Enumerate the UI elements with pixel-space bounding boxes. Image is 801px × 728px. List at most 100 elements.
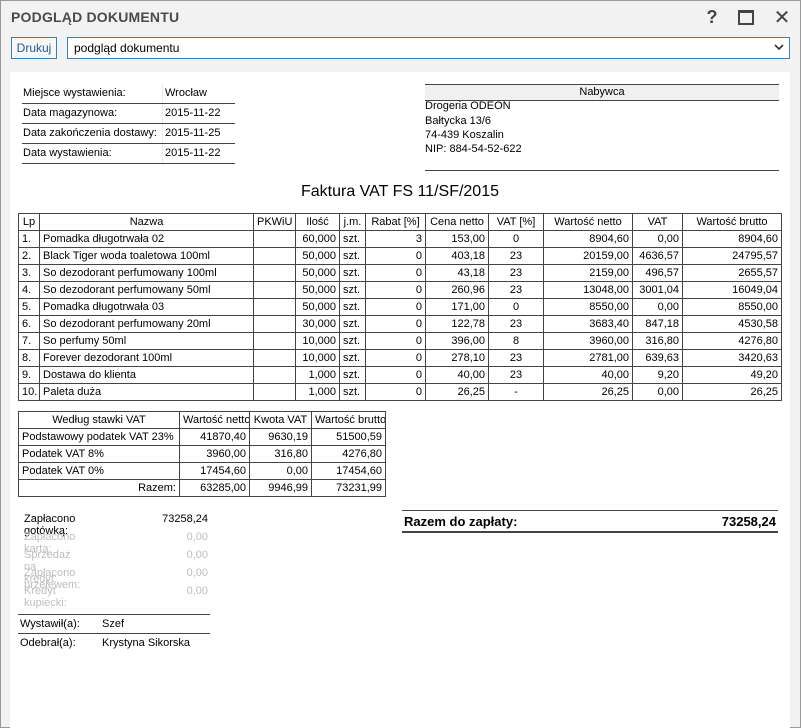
col-header: Wartość netto [543, 213, 633, 231]
meta-value: 2015-11-22 [165, 147, 221, 159]
signature-value: Krystyna Sikorska [102, 637, 191, 649]
table-cell: szt. [339, 298, 366, 316]
buyer-header: Nabywca [425, 84, 779, 101]
meta-row-place: Miejsce wystawienia: Wrocław [22, 84, 235, 104]
payment-value: 0,00 [186, 531, 208, 543]
table-cell: 51500,59 [311, 428, 386, 446]
table-cell: 2. [18, 247, 40, 265]
col-header: Cena netto [425, 213, 489, 231]
document-page: Miejsce wystawienia: Wrocław Data magazy… [10, 72, 790, 728]
table-cell: 30,000 [295, 315, 340, 333]
buyer-street: Bałtycka 13/6 [425, 115, 492, 127]
table-cell: 41870,40 [179, 428, 250, 446]
table-cell: 17454,60 [311, 462, 386, 480]
table-cell [253, 349, 296, 367]
table-cell: 49,20 [682, 366, 782, 384]
table-cell [253, 247, 296, 265]
table-row: Podatek VAT 8% 3960,00 316,80 4276,80 [18, 445, 386, 463]
table-cell: 60,000 [295, 230, 340, 248]
table-cell: 23 [488, 315, 544, 333]
meta-row-issue-date: Data wystawienia: 2015-11-22 [22, 144, 235, 164]
table-cell: 4276,80 [682, 332, 782, 350]
vat-summary-table: Według stawki VAT Wartość netto Kwota VA… [18, 411, 386, 497]
table-cell: 3. [18, 264, 40, 282]
table-cell: 63285,00 [179, 479, 250, 497]
buyer-nip: NIP: 884-54-52-622 [425, 143, 522, 155]
table-cell: 26,25 [682, 383, 782, 401]
table-cell: 4. [18, 281, 40, 299]
chevron-down-icon [774, 44, 784, 51]
table-cell: 0 [365, 366, 426, 384]
table-cell: szt. [339, 349, 366, 367]
table-cell: 10,000 [295, 349, 340, 367]
col-header: Wartość brutto [682, 213, 782, 231]
table-cell: Pomadka długotrwała 03 [39, 298, 254, 316]
buyer-name: Drogeria ODEON [425, 100, 511, 112]
col-header: Ilość [295, 213, 340, 231]
table-cell: Podstawowy podatek VAT 23% [18, 428, 180, 446]
table-cell: 50,000 [295, 247, 340, 265]
table-cell: 278,10 [425, 349, 489, 367]
table-cell: 0 [365, 332, 426, 350]
table-cell: Paleta duża [39, 383, 254, 401]
view-mode-select[interactable]: podgląd dokumentu [67, 37, 790, 59]
table-cell: 50,000 [295, 264, 340, 282]
maximize-icon [738, 9, 754, 25]
col-header: j.m. [339, 213, 366, 231]
table-cell: 0 [365, 315, 426, 333]
payment-value: 0,00 [186, 549, 208, 561]
meta-label: Miejsce wystawienia: [23, 87, 126, 99]
table-cell: 0 [365, 247, 426, 265]
table-cell: 23 [488, 247, 544, 265]
table-cell: 9. [18, 366, 40, 384]
table-cell [253, 264, 296, 282]
table-cell: 8. [18, 349, 40, 367]
signature-value: Szef [102, 618, 125, 630]
maximize-button[interactable] [733, 6, 759, 28]
table-cell: Forever dezodorant 100ml [39, 349, 254, 367]
signature-label: Wystawił(a): [20, 618, 80, 630]
print-button[interactable]: Drukuj [11, 37, 57, 59]
help-button[interactable]: ? [699, 6, 725, 28]
window-title: PODGLĄD DOKUMENTU [11, 9, 180, 25]
table-cell: 23 [488, 349, 544, 367]
table-cell: 23 [488, 366, 544, 384]
table-cell: szt. [339, 247, 366, 265]
close-button[interactable]: ✕ [769, 6, 795, 29]
table-cell: 4636,57 [632, 247, 683, 265]
table-cell: 73231,99 [311, 479, 386, 497]
table-cell: 23 [488, 281, 544, 299]
table-cell: 639,63 [632, 349, 683, 367]
table-row: 7. So perfumy 50ml 10,000 szt. 0 396,00 8 3960,… [18, 332, 782, 350]
toolbar: Drukuj podgląd dokumentu [1, 35, 800, 65]
table-cell: 20159,00 [543, 247, 633, 265]
items-body: 1. Pomadka długotrwała 02 60,000 szt. 3 153,0… [18, 230, 782, 401]
table-cell: 171,00 [425, 298, 489, 316]
items-table: Lp Nazwa PKWiU Ilość j.m. Rabat [%] Cena… [18, 213, 782, 401]
col-header: Rabat [%] [365, 213, 426, 231]
col-header: VAT [632, 213, 683, 231]
table-cell: 26,25 [425, 383, 489, 401]
table-cell: 3960,00 [543, 332, 633, 350]
table-cell: 5. [18, 298, 40, 316]
table-cell: 50,000 [295, 298, 340, 316]
table-cell: 9,20 [632, 366, 683, 384]
col-header: VAT [%] [488, 213, 544, 231]
table-cell: szt. [339, 264, 366, 282]
table-cell: 10. [18, 383, 40, 401]
close-icon: ✕ [773, 6, 791, 29]
table-cell: 847,18 [632, 315, 683, 333]
col-header: Wartość brutto [311, 411, 386, 429]
table-row: 9. Dostawa do klienta 1,000 szt. 0 40,00 23 40,… [18, 366, 782, 384]
table-cell: 316,80 [249, 445, 312, 463]
table-cell: 3 [365, 230, 426, 248]
table-cell: 8904,60 [682, 230, 782, 248]
buyer-divider [425, 170, 779, 171]
table-row: 8. Forever dezodorant 100ml 10,000 szt. 0 278… [18, 349, 782, 367]
table-cell: 0 [488, 298, 544, 316]
items-header-row: Lp Nazwa PKWiU Ilość j.m. Rabat [%] Cena… [18, 213, 782, 231]
table-cell [253, 281, 296, 299]
table-cell: Razem: [18, 479, 180, 497]
table-cell: So perfumy 50ml [39, 332, 254, 350]
table-cell: 9946,99 [249, 479, 312, 497]
